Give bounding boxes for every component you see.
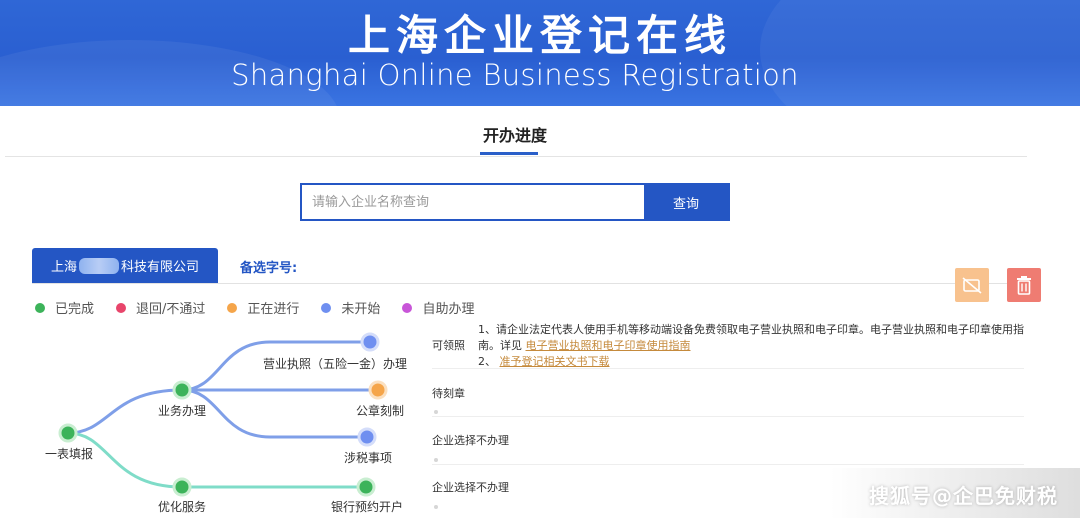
legend-item-not-started: 未开始 (321, 298, 380, 317)
header-banner: 上海企业登记在线 Shanghai Online Business Regist… (0, 0, 1080, 106)
flow-connector-business-tax (181, 388, 367, 439)
legend-label: 正在进行 (247, 302, 300, 317)
legend-item-in-progress: 正在进行 (227, 298, 299, 317)
redacted-name (79, 257, 119, 274)
alternate-name-label: 备选字号: (240, 261, 298, 276)
row-divider (432, 368, 1024, 369)
legend-item-completed: 已完成 (35, 298, 94, 317)
progress-flow-diagram (58, 332, 388, 497)
flow-label-business: 业务办理 (158, 404, 207, 418)
row-marker (434, 410, 438, 414)
tab-divider (32, 283, 1027, 284)
tax-status: 企业选择不办理 (432, 434, 509, 447)
documents-download-link[interactable]: 准予登记相关文书下载 (500, 355, 610, 368)
flow-node-bank (356, 477, 376, 497)
search-input[interactable] (302, 185, 644, 219)
delete-button[interactable] (1007, 268, 1041, 302)
status-legend: 已完成 退回/不通过 正在进行 未开始 自助办理 (35, 298, 496, 317)
banner-title: 上海企业登记在线 (347, 11, 732, 60)
legend-label: 未开始 (341, 302, 381, 317)
company-tab[interactable]: 上海 科技有限公司 (32, 248, 218, 283)
legend-item-returned: 退回/不通过 (116, 298, 205, 317)
flow-node-license (360, 332, 380, 352)
flow-label-optimize: 优化服务 (158, 500, 207, 514)
header-divider (5, 156, 1027, 157)
flow-node-seal (368, 380, 388, 400)
legend-dot (116, 302, 127, 313)
page-title-underline (480, 152, 538, 155)
flow-node-root (58, 423, 78, 443)
cancel-button[interactable] (955, 268, 989, 302)
row-marker (434, 505, 438, 509)
legend-label: 已完成 (55, 302, 95, 317)
flow-label-bank: 银行预约开户 (331, 500, 404, 514)
flow-label-tax: 涉税事项 (344, 451, 393, 465)
flow-node-tax (357, 427, 377, 447)
flow-label-license: 营业执照（五险一金）办理 (263, 357, 408, 371)
license-detail: 1、请企业法定代表人使用手机等移动端设备免费领取电子营业执照和电子印章。电子营业… (478, 322, 1028, 370)
legend-label: 退回/不通过 (136, 302, 206, 317)
trash-icon (1017, 276, 1031, 295)
row-divider (432, 464, 1024, 465)
legend-dot (402, 302, 413, 313)
search-button[interactable]: 查询 (644, 185, 728, 219)
legend-dot (321, 302, 332, 313)
company-tab-prefix: 上海 (50, 260, 77, 275)
company-tab-suffix: 科技有限公司 (121, 260, 200, 275)
license-guide-link[interactable]: 电子营业执照和电子印章使用指南 (526, 339, 691, 352)
page-title: 开办进度 (482, 126, 547, 145)
flow-node-optimize (172, 477, 192, 497)
flow-node-business (172, 380, 192, 400)
row-marker (434, 458, 438, 462)
legend-item-self-service: 自助办理 (402, 298, 474, 317)
watermark: 搜狐号@企巴免财税 (869, 484, 1058, 508)
seal-status: 待刻章 (432, 387, 465, 400)
legend-label: 自助办理 (422, 302, 475, 317)
legend-dot (227, 302, 238, 313)
row-divider (432, 416, 1024, 417)
license-detail-prefix: 2、 (478, 355, 496, 368)
flow-label-seal: 公章刻制 (356, 404, 405, 418)
no-camera-icon (962, 277, 982, 294)
banner-subtitle: Shanghai Online Business Registration (231, 58, 799, 92)
flow-label-root: 一表填报 (45, 447, 94, 461)
search-bar: 查询 (300, 183, 730, 221)
legend-dot (35, 302, 45, 313)
